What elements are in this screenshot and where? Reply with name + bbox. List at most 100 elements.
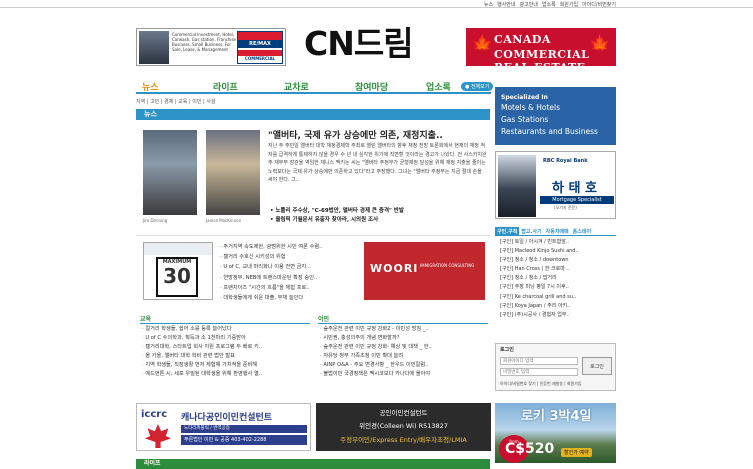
tab-jobs[interactable]: 구인.구직 xyxy=(495,227,520,235)
classified-list: [구인] 토일 / 아시겨 / 빈트함앞.. [구인] Macleod Kinj… xyxy=(500,238,615,320)
related-link[interactable]: 올림픽 기월문서 유출자 찾아라, 시의원 조사 xyxy=(270,216,490,225)
news-section-bar: 뉴스 xyxy=(136,109,490,120)
consult-line2: 위인경(Colleen Wi) R513827 xyxy=(359,422,448,430)
maple-leaf-icon xyxy=(145,424,171,448)
speed-sign-image[interactable]: MAXIMUM 30 xyxy=(143,242,213,300)
education-heading[interactable]: 교육 xyxy=(140,314,151,323)
life-section-bar[interactable]: 라이프 xyxy=(136,459,490,469)
photo-jim-denning[interactable] xyxy=(143,130,197,215)
login-title: 로그인 xyxy=(500,347,514,353)
iccrc-title: 캐나다공인이민컨설턴트 xyxy=(181,413,273,423)
photo-caption: Jim Denning xyxy=(143,218,168,223)
list-item[interactable]: 불법이민 국경정책은 멕시코보다 카나다에 몰아야 xyxy=(320,370,490,379)
top-link-find-account[interactable]: 아이디/비번찾기 xyxy=(582,1,616,8)
username-input[interactable] xyxy=(500,357,578,365)
woori-sub: IMMIGRATION CONSULTING xyxy=(420,263,475,268)
immigration-heading[interactable]: 이민 xyxy=(318,314,329,323)
remax-logo: RE/MAX COMMERCIAL xyxy=(237,31,283,64)
lead-story: 지난 주 주민일 앨버타 대학 재정경제학 주최로 열린 앨버타의 향후 재정 … xyxy=(268,143,487,183)
list-item[interactable]: U of C 수의학과, 획득과 소 1천마리 기증받아 xyxy=(142,334,312,343)
ad-left-text: Commercial Investment, Hotel, Carwash, G… xyxy=(172,32,237,52)
consult-line3: 주정부이민/Express Entry/배우자초청/LMIA xyxy=(340,436,467,444)
view-all-button[interactable]: ● 전체보기 xyxy=(461,82,494,91)
specialized-item: Motels & Hotels xyxy=(501,103,560,112)
list-item[interactable]: 올 가을, 앨버타 대학 학비 관련 법안 발표 xyxy=(142,352,312,361)
tour-headline: 로키 3박4일 xyxy=(521,409,592,424)
list-item[interactable]: [구인] (주)시공사 / 경험자 업무.. xyxy=(500,311,615,320)
list-item[interactable]: 에드먼튼 시, 세포 우밀된 대학생을 위해 환영행사 열.. xyxy=(142,370,312,379)
list-item[interactable]: [구인] 청소 / 청소 / downtown xyxy=(500,256,615,265)
main-nav: 뉴스 라이프 교차로 참여마당 업소록 xyxy=(136,80,491,94)
top-link-directory[interactable]: 업소록 xyxy=(542,1,556,8)
list-item[interactable]: 대학생들에게 쉬운 대출, 부채 늘인다 xyxy=(220,293,360,303)
list-item[interactable]: 캘거리대학, 스타트업 회사 지원 프로그램 두 배로 키.. xyxy=(142,343,312,352)
ad-woori-immigration[interactable]: WOORI IMMIGRATION CONSULTING xyxy=(364,242,485,300)
login-button[interactable]: 로그인 xyxy=(582,357,612,375)
site-logo[interactable]: CN드림 xyxy=(304,24,446,64)
list-item[interactable]: 시민권, 충성의주의 개념 변화할까? xyxy=(320,334,490,343)
ad-canada-commercial[interactable]: 🍁 🍁 CANADA COMMERCIAL REAL ESTATE xyxy=(466,28,616,74)
list-item[interactable]: 주거지역 속도제한, 광범위한 시민 여론 수렴.. xyxy=(220,242,360,252)
list-item[interactable]: [구인] Koya Japan / 주리 아키.. xyxy=(500,302,615,311)
tour-cta: 할인가 예약 xyxy=(561,448,592,457)
tab-cars[interactable]: 자동차매매 xyxy=(544,227,571,235)
lead-headline[interactable]: "앨버타, 국제 유가 상승에만 의존, 재정지출.. xyxy=(268,128,488,141)
list-item[interactable]: 컬거리 학생들, 쉽어 소를 등록 늘어났다 xyxy=(142,325,312,334)
lead-related-links: 노틀리 주수상, "C-69법안, 앨버타 경제 큰 충격" 반발 올림픽 기월… xyxy=(270,207,490,225)
list-item[interactable]: AINP O&A - 주요 변경사항 _ 한우드 이민칼럼.. xyxy=(320,361,490,370)
list-item[interactable]: 지역 학생들, 직장생활 먼저 체험해 가치적을 준비해 xyxy=(142,361,312,370)
photo-janice-mackinnon[interactable] xyxy=(206,130,260,215)
tour-price: C$520 xyxy=(505,441,555,457)
nav-community[interactable]: 참여마당 xyxy=(349,80,420,93)
immigration-list: 숲주운전 관련 이민 규정 강화2 - 이민성 방침 _.. 시민권, 충성의주… xyxy=(320,325,490,380)
ad-right-line1: CANADA xyxy=(494,33,551,46)
ad-immigration-consultant[interactable]: 공인이민컨설턴트 위인경(Colleen Wi) R513827 주정부이민/E… xyxy=(316,403,491,451)
top-link-events[interactable]: 행사안내 xyxy=(497,1,515,8)
top-link-news[interactable]: 뉴스 xyxy=(484,1,493,8)
list-item[interactable]: [구인] 주장 미닝 평일 7시 이후.. xyxy=(500,283,615,292)
classified-tabs: 구인.구직 팝고.사기 자동차매매 홈스테이 xyxy=(495,227,616,236)
specialist-name: 하 태 호 xyxy=(552,181,597,196)
view-all-label: 전체보기 xyxy=(470,84,490,90)
divider xyxy=(140,323,310,324)
list-item[interactable]: [구인] Ke charcoal grill and su.. xyxy=(500,293,615,302)
list-item[interactable]: 숲주운전 관련 이민 규정 강화2 - 이민성 방침 _.. xyxy=(320,325,490,334)
education-list: 컬거리 학생들, 쉽어 소를 등록 늘어났다 U of C 수의학과, 획득과 … xyxy=(142,325,312,380)
top-bar: 뉴스 행사안내 광고안내 업소록 회원가입 아이디/비번찾기 xyxy=(0,0,753,8)
ad-rbc-mortgage[interactable]: RBC Royal Bank 하 태 호 Mortgage Specialist… xyxy=(495,151,616,219)
woori-logo: WOORI xyxy=(370,262,419,275)
list-item[interactable]: 프랜차이즈 "시간의 흐름"을 체험 프로.. xyxy=(220,283,360,293)
maple-leaf-icon: 🍁 xyxy=(471,34,494,55)
list-item[interactable]: U of C, 교내 마리화나 이용 전면 금지 .. xyxy=(220,262,360,272)
list-item[interactable]: 연방정부, NEB에 트랜스마운틴 확장 승인.. xyxy=(220,273,360,283)
nav-news[interactable]: 뉴스 xyxy=(136,80,207,93)
top-link-signup[interactable]: 회원가입 xyxy=(560,1,578,8)
ad-specialized[interactable]: Specialized In Motels & Hotels Gas Stati… xyxy=(495,87,616,145)
ad-rocky-tour[interactable]: 로키 3박4일 from C$520 할인가 예약 xyxy=(495,403,616,463)
specialist-sub: (모기지 전문) xyxy=(554,205,577,210)
password-input[interactable] xyxy=(500,368,578,376)
iccrc-row2: 푸른법인 이민 & 공증 403-402-2288 xyxy=(181,435,307,445)
top-link-ads[interactable]: 광고안내 xyxy=(519,1,537,8)
specialized-item: Gas Stations xyxy=(501,115,549,124)
related-link[interactable]: 노틀리 주수상, "C-69법안, 앨버타 경제 큰 충격" 반발 xyxy=(270,207,490,216)
ad-iccrc-consultant[interactable]: iccrc 캐나다공인이민컨설턴트 노타리퍼블릭 / 번역공증 푸른법인 이민 … xyxy=(136,403,311,451)
nav-life[interactable]: 라이프 xyxy=(207,80,278,93)
remax-label: RE/MAX xyxy=(238,40,282,48)
consult-line1: 공인이민컨설턴트 xyxy=(379,409,428,417)
tab-buysell[interactable]: 팝고.사기 xyxy=(519,227,543,235)
agent-photo xyxy=(139,31,169,64)
list-item[interactable]: 자유당 정부 가족초청 이민 확대 늘려 xyxy=(320,352,490,361)
list-item[interactable]: [구인] 토일 / 아시겨 / 빈트함앞.. xyxy=(500,238,615,247)
list-item[interactable]: [구인] 청소 / 청소 / 밥거리 xyxy=(500,274,615,283)
list-item[interactable]: 캘거리 수호신 시키성의 위험 xyxy=(220,252,360,262)
ad-remax-commercial[interactable]: Commercial Investment, Hotel, Carwash, G… xyxy=(136,28,286,66)
specialized-label: Specialized In xyxy=(501,94,548,101)
tab-homestay[interactable]: 홈스테이 xyxy=(571,227,593,235)
list-item[interactable]: [구인] Han Cross | 한 크로마 .. xyxy=(500,265,615,274)
list-item[interactable]: [구인] Macleod Kinjo Sushi and.. xyxy=(500,247,615,256)
sub-nav[interactable]: 지역 | 고민 | 경제 | 교육 | 이민 | 사설 xyxy=(136,98,216,105)
nav-crossroads[interactable]: 교차로 xyxy=(278,80,349,93)
login-links[interactable]: 아이디/비밀번호 찾기 | 인증번 재발송 | 회원가입 xyxy=(500,381,582,387)
list-item[interactable]: 숲주운전 관련 이민 규정 강화- 예상 및 대책 _ 한.. xyxy=(320,343,490,352)
